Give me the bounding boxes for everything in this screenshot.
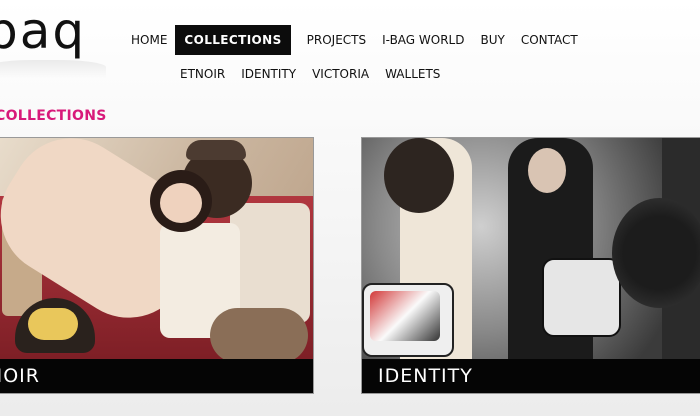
subnav-item-etnoir[interactable]: ETNOIR bbox=[172, 67, 233, 81]
collection-image-identity[interactable] bbox=[362, 138, 700, 359]
nav-item-buy[interactable]: BUY bbox=[472, 25, 512, 55]
nav-item-projects[interactable]: PROJECTS bbox=[299, 25, 374, 55]
collection-image-noir[interactable] bbox=[0, 138, 313, 359]
nav-item-ibag-world[interactable]: I-BAG WORLD bbox=[374, 25, 472, 55]
collections-subnavigation: ETNOIR IDENTITY VICTORIA WALLETS bbox=[172, 60, 448, 88]
collection-caption-identity[interactable]: IDENTITY bbox=[362, 359, 700, 393]
collection-caption-text: IDENTITY bbox=[378, 365, 473, 387]
photo-model-top bbox=[230, 203, 310, 323]
nav-item-collections[interactable]: COLLECTIONS bbox=[175, 25, 291, 55]
logo-text: baq bbox=[0, 2, 87, 60]
nav-item-contact[interactable]: CONTACT bbox=[513, 25, 586, 55]
photo-model-hair bbox=[384, 138, 454, 213]
subnav-item-wallets[interactable]: WALLETS bbox=[377, 67, 448, 81]
photo-fur-bag bbox=[612, 198, 700, 308]
subnav-item-identity[interactable]: IDENTITY bbox=[233, 67, 304, 81]
photo-hat bbox=[186, 140, 246, 160]
subnav-item-victoria[interactable]: VICTORIA bbox=[304, 67, 377, 81]
collection-card-noir[interactable]: NOIR bbox=[0, 137, 314, 394]
collection-card-identity[interactable]: IDENTITY bbox=[361, 137, 700, 394]
photo-model-face bbox=[528, 148, 566, 193]
photo-handbag bbox=[542, 258, 621, 337]
logo[interactable]: baq bbox=[0, 2, 111, 78]
photo-handbag bbox=[210, 308, 308, 359]
photo-model-face bbox=[160, 183, 202, 223]
nav-item-home[interactable]: HOME bbox=[123, 25, 175, 55]
section-title: COLLECTIONS bbox=[0, 108, 107, 124]
main-navigation: HOME COLLECTIONS PROJECTS I-BAG WORLD BU… bbox=[123, 25, 586, 55]
photo-handbag-print bbox=[370, 291, 440, 341]
collection-caption-text: NOIR bbox=[0, 365, 40, 387]
logo-reflection bbox=[0, 60, 106, 78]
photo-handbag-panel bbox=[28, 308, 78, 340]
collection-caption-noir[interactable]: NOIR bbox=[0, 359, 313, 393]
